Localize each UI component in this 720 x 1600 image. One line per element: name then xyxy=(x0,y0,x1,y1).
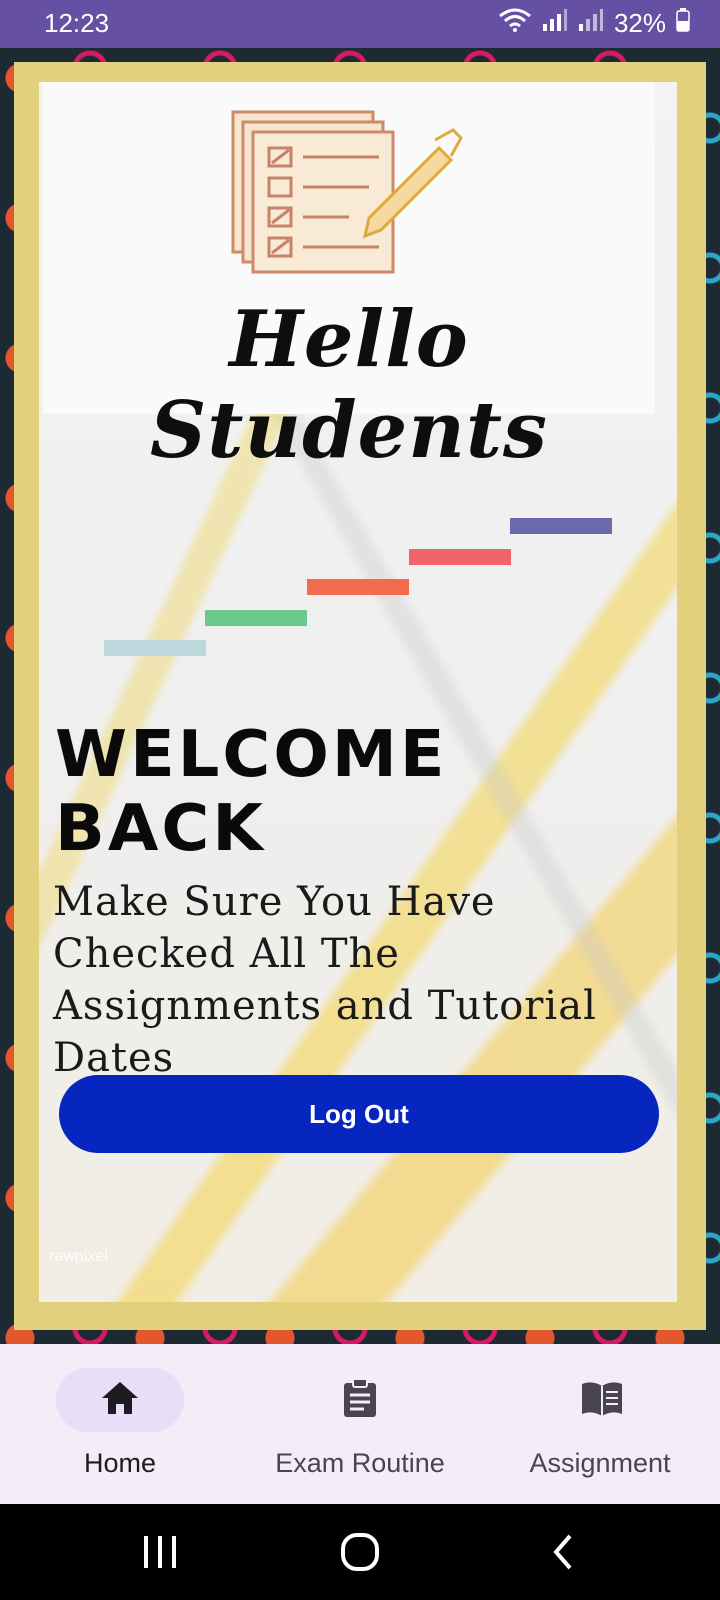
signal-icon xyxy=(542,8,568,39)
bottom-navigation: Home Exam Routine Assignment xyxy=(0,1344,720,1504)
documents-pen-icon xyxy=(229,108,469,282)
nav-item-assignment[interactable]: Assignment xyxy=(480,1344,720,1504)
status-icons: 32% xyxy=(498,8,690,39)
battery-icon xyxy=(676,8,690,39)
nav-item-exam-routine[interactable]: Exam Routine xyxy=(240,1344,480,1504)
book-icon xyxy=(580,1378,622,1418)
watermark: rawpixel xyxy=(49,1248,108,1265)
wifi-icon xyxy=(498,8,532,39)
signal-icon-2 xyxy=(578,8,604,39)
step-bar-5 xyxy=(510,518,612,534)
nav-label-assignment: Assignment xyxy=(529,1448,671,1478)
nav-item-home[interactable]: Home xyxy=(0,1344,240,1504)
home-icon xyxy=(100,1378,140,1418)
system-navigation-bar xyxy=(0,1504,720,1600)
status-time: 12:23 xyxy=(44,8,110,38)
step-bar-1 xyxy=(104,640,206,656)
step-bar-4 xyxy=(409,549,511,565)
logout-button[interactable]: Log Out xyxy=(59,1075,659,1153)
welcome-heading: WELCOME BACK xyxy=(55,718,448,866)
reminder-text: Make Sure You Have Checked All The Assig… xyxy=(53,879,597,1081)
back-icon[interactable] xyxy=(544,1532,584,1576)
hello-title: Hello Students xyxy=(150,294,548,476)
step-bar-2 xyxy=(205,610,307,626)
clipboard-icon xyxy=(340,1378,380,1418)
status-bar: 12:23 32% xyxy=(0,0,720,48)
home-circle-icon[interactable] xyxy=(340,1532,380,1576)
battery-percent: 32% xyxy=(613,8,666,38)
content-panel: Hello Students WELCOME BACK Make Sure Yo… xyxy=(39,82,677,1302)
header-card: Hello Students xyxy=(43,82,655,476)
step-bar-3 xyxy=(307,579,409,595)
nav-label-home: Home xyxy=(83,1448,157,1478)
recent-apps-icon[interactable] xyxy=(140,1532,180,1576)
nav-label-exam-routine: Exam Routine xyxy=(275,1448,445,1478)
